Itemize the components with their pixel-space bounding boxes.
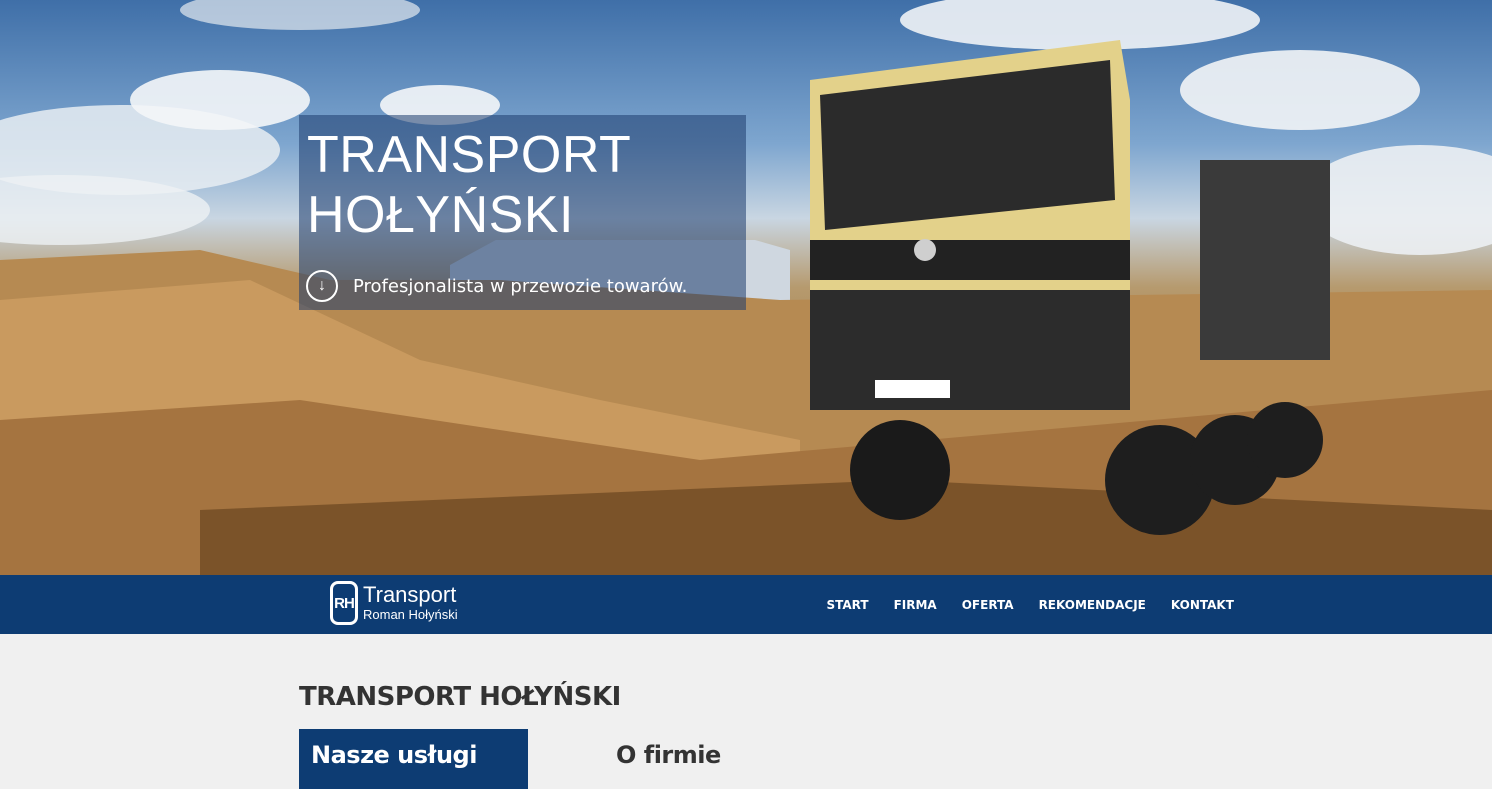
hero-title-line1: TRANSPORT — [307, 126, 632, 184]
services-panel: Nasze usługi — [299, 729, 528, 789]
logo-mark: RH — [330, 581, 358, 625]
arrow-down-circle-icon[interactable]: ↓ — [306, 270, 338, 302]
hero-title-panel: TRANSPORT HOŁYŃSKI ↓ Profesjonalista w p… — [299, 115, 746, 310]
services-title: Nasze usługi — [311, 741, 477, 769]
truck-image — [810, 40, 1330, 535]
nav-item-oferta[interactable]: OFERTA — [962, 598, 1014, 612]
nav-menu: START FIRMA OFERTA REKOMENDACJE KONTAKT — [814, 575, 1246, 634]
hero-subtitle: Profesjonalista w przewozie towarów. — [353, 275, 688, 297]
logo-line1: Transport — [363, 582, 457, 607]
hero-banner: TRANSPORT HOŁYŃSKI ↓ Profesjonalista w p… — [0, 0, 1492, 575]
about-title: O firmie — [616, 741, 721, 769]
logo-line2: Roman Hołyński — [363, 607, 458, 622]
hero-title-line2: HOŁYŃSKI — [307, 186, 574, 244]
nav-item-firma[interactable]: FIRMA — [894, 598, 937, 612]
nav-item-rekomendacje[interactable]: REKOMENDACJE — [1039, 598, 1146, 612]
logo-text: Transport Roman Hołyński — [363, 583, 458, 623]
site-logo[interactable]: RH Transport Roman Hołyński — [330, 581, 458, 625]
hero-subtitle-row: ↓ Profesjonalista w przewozie towarów. — [306, 270, 687, 302]
nav-item-kontakt[interactable]: KONTAKT — [1171, 598, 1234, 612]
page-title: TRANSPORT HOŁYŃSKI — [299, 682, 621, 712]
main-content: TRANSPORT HOŁYŃSKI Nasze usługi O firmie — [0, 634, 1492, 789]
nav-item-start[interactable]: START — [827, 598, 869, 612]
main-navbar: RH Transport Roman Hołyński START FIRMA … — [0, 575, 1492, 634]
